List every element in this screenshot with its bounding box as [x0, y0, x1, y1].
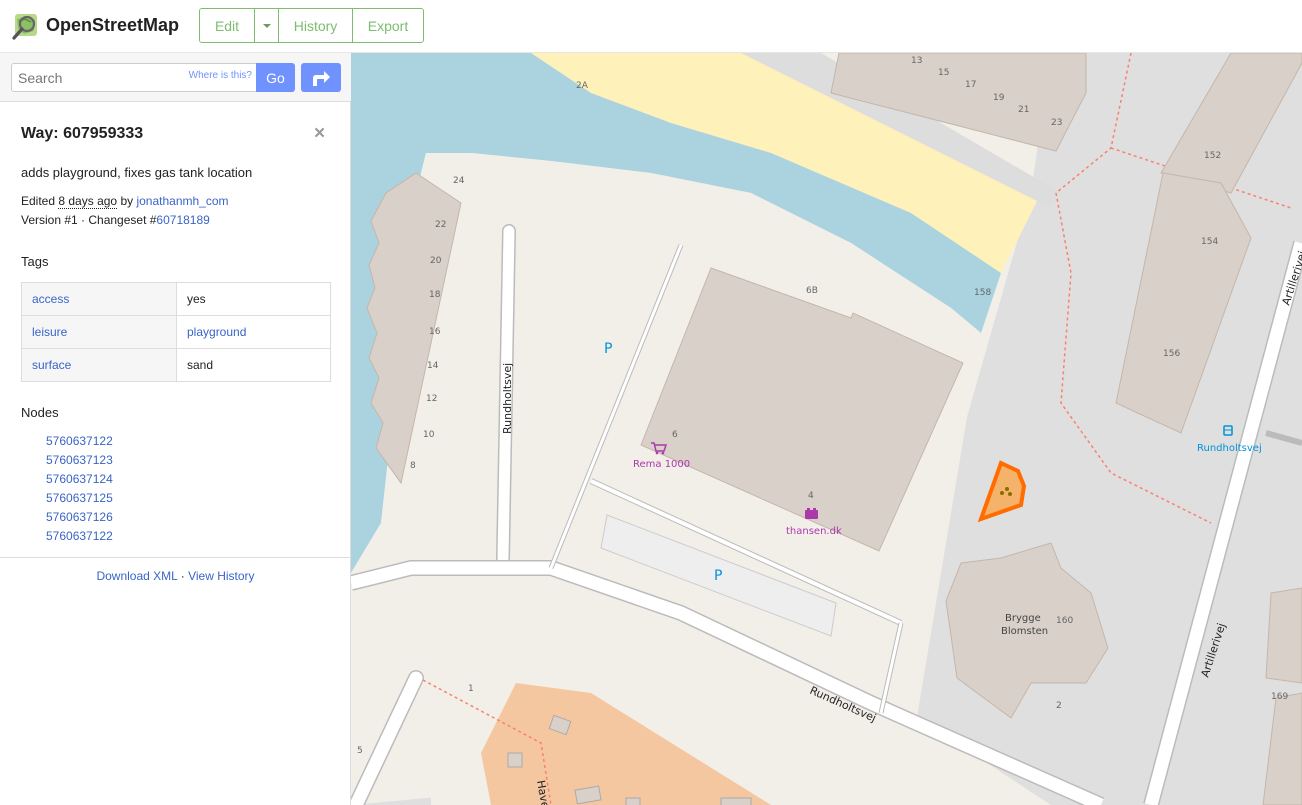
- housenumber: 24: [453, 176, 465, 186]
- housenumber: 152: [1204, 151, 1221, 161]
- nodes-list: 5760637122 5760637123 5760637124 5760637…: [46, 432, 113, 546]
- tags-heading: Tags: [21, 254, 49, 269]
- footer-separator: ·: [180, 569, 185, 583]
- directions-icon: [313, 70, 330, 86]
- building: [1265, 587, 1302, 684]
- close-icon[interactable]: ×: [314, 123, 325, 145]
- edited-by: by: [120, 194, 134, 208]
- table-row: access yes: [21, 282, 331, 316]
- housenumber: 8: [410, 461, 416, 471]
- directions-button[interactable]: [301, 63, 341, 92]
- list-item: 5760637123: [46, 451, 113, 470]
- housenumber: 23: [1051, 118, 1062, 128]
- tag-value: sand: [176, 348, 331, 382]
- tag-value: yes: [176, 282, 331, 316]
- node-link[interactable]: 5760637124: [46, 472, 113, 486]
- edited-time: 8 days ago: [58, 194, 118, 209]
- housenumber: 13: [911, 56, 922, 66]
- go-button[interactable]: Go: [256, 63, 295, 92]
- header-button-group: Edit History Export: [199, 8, 424, 43]
- housenumber: 18: [429, 290, 441, 300]
- header: OpenStreetMap Edit History Export: [0, 0, 1302, 53]
- housenumber: 1: [468, 684, 474, 694]
- housenumber: 16: [429, 327, 441, 337]
- tag-key-link[interactable]: leisure: [32, 325, 67, 339]
- tag-value-link[interactable]: playground: [187, 325, 246, 339]
- changeset-comment: adds playground, fixes gas tank location: [21, 165, 253, 180]
- search-field-wrapper: Where is this?: [11, 63, 257, 92]
- housenumber: 169: [1271, 692, 1288, 702]
- node-link[interactable]: 5760637122: [46, 529, 113, 543]
- nodes-heading: Nodes: [21, 405, 59, 420]
- search-input[interactable]: [12, 64, 187, 91]
- page-title: Way: 607959333: [21, 125, 144, 142]
- panel-footer: Download XML · View History: [0, 569, 351, 583]
- osm-logo-icon: [12, 14, 37, 40]
- view-history-link[interactable]: View History: [188, 569, 254, 583]
- housenumber: 12: [426, 394, 437, 404]
- logo[interactable]: OpenStreetMap: [12, 11, 179, 40]
- edit-button[interactable]: Edit: [200, 9, 255, 42]
- parking-label: P: [604, 341, 612, 357]
- list-item: 5760637122: [46, 527, 113, 546]
- housenumber: 2A: [576, 81, 589, 91]
- building-label: Blomsten: [1001, 626, 1048, 637]
- housenumber: 17: [965, 80, 976, 90]
- node-link[interactable]: 5760637125: [46, 491, 113, 505]
- housenumber: 21: [1018, 105, 1029, 115]
- list-item: 5760637125: [46, 489, 113, 508]
- housenumber: 6: [672, 430, 678, 440]
- housenumber: 14: [427, 361, 439, 371]
- list-item: 5760637122: [46, 432, 113, 451]
- node-link[interactable]: 5760637123: [46, 453, 113, 467]
- building-label: Brygge: [1005, 613, 1041, 624]
- list-item: 5760637124: [46, 470, 113, 489]
- export-button[interactable]: Export: [353, 9, 423, 42]
- edited-info: Edited 8 days ago by jonathanmh_com: [21, 194, 229, 209]
- parking-label: P: [714, 568, 722, 584]
- poi-label[interactable]: thansen.dk: [786, 526, 842, 537]
- housenumber: 156: [1163, 349, 1180, 359]
- housenumber: 19: [993, 93, 1005, 103]
- housenumber: 158: [974, 288, 991, 298]
- node-link[interactable]: 5760637126: [46, 510, 113, 524]
- housenumber: 20: [430, 256, 442, 266]
- version-info: Version #1 · Changeset #60718189: [21, 213, 210, 227]
- tag-key-link[interactable]: surface: [32, 358, 71, 372]
- edit-dropdown-button[interactable]: [255, 9, 279, 42]
- list-item: 5760637126: [46, 508, 113, 527]
- brand-name: OpenStreetMap: [46, 15, 180, 35]
- history-button[interactable]: History: [279, 9, 353, 42]
- housenumber: 154: [1201, 237, 1218, 247]
- housenumber: 5: [357, 746, 363, 756]
- map-view[interactable]: 2A 13 15 17 19 21 23 24 22 20 18 16 14 1…: [351, 53, 1302, 805]
- node-link[interactable]: 5760637122: [46, 434, 113, 448]
- divider: [0, 557, 351, 558]
- sidebar: Where is this? Go Way: 607959333 × adds …: [0, 53, 351, 805]
- version-prefix: Version #1 · Changeset #: [21, 213, 157, 227]
- housenumber: 15: [938, 68, 949, 78]
- download-xml-link[interactable]: Download XML: [96, 569, 177, 583]
- housenumber: 2: [1056, 701, 1062, 711]
- housenumber: 22: [435, 220, 446, 230]
- changeset-link[interactable]: 60718189: [156, 213, 209, 227]
- tags-table: access yes leisure playground surface sa…: [21, 282, 331, 382]
- chevron-down-icon: [262, 23, 271, 28]
- poi-label[interactable]: Rema 1000: [633, 459, 690, 470]
- user-link[interactable]: jonathanmh_com: [136, 194, 228, 208]
- housenumber: 10: [423, 430, 435, 440]
- where-is-this-link[interactable]: Where is this?: [189, 70, 252, 81]
- edited-prefix: Edited: [21, 194, 56, 208]
- map-canvas[interactable]: 2A 13 15 17 19 21 23 24 22 20 18 16 14 1…: [351, 53, 1302, 805]
- housenumber: 6B: [806, 286, 818, 296]
- table-row: leisure playground: [21, 315, 331, 349]
- search-bar: Where is this? Go: [0, 53, 351, 102]
- tag-key-link[interactable]: access: [32, 292, 69, 306]
- bus-stop-label[interactable]: Rundholtsvej: [1197, 443, 1262, 454]
- housenumber: 4: [808, 491, 814, 501]
- housenumber: 160: [1056, 616, 1073, 626]
- street-label: Rundholtsvej: [501, 363, 514, 434]
- table-row: surface sand: [21, 348, 331, 382]
